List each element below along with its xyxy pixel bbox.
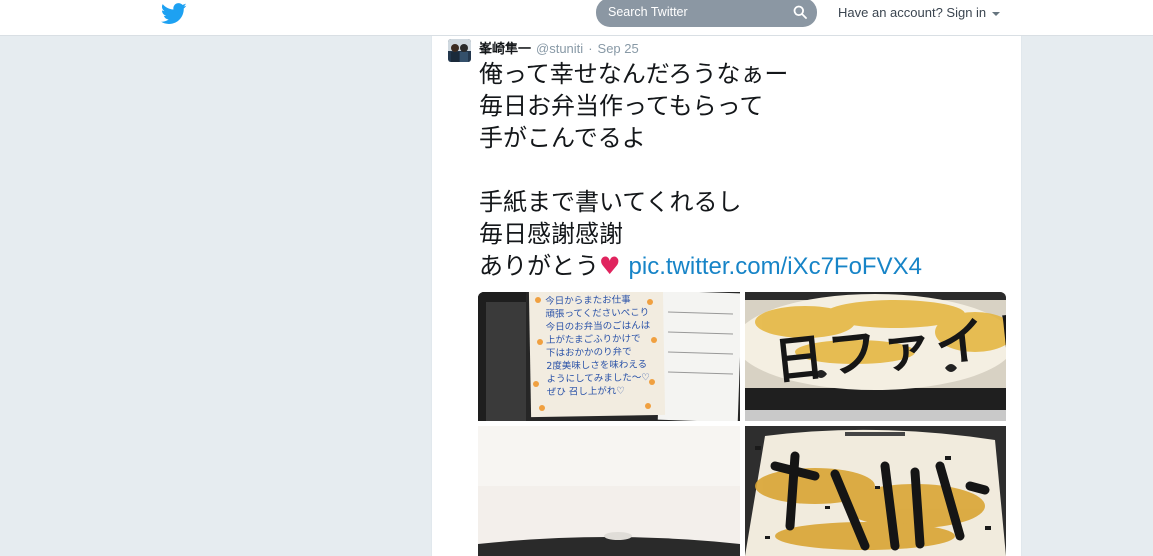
photo-bento-top[interactable]: 日ファイト — [745, 292, 1006, 421]
tray-photo-image — [478, 426, 740, 556]
avatar-image — [448, 39, 471, 62]
author-name[interactable]: 峯崎隼一 — [479, 41, 531, 56]
tweet-date[interactable]: Sep 25 — [598, 41, 639, 56]
signin-button[interactable]: Have an account? Sign in — [838, 5, 1001, 20]
tweet-line: 手紙まで書いてくれるし — [479, 188, 742, 216]
chevron-down-icon — [992, 11, 1001, 16]
note-line: ぜひ 召し上がれ♡ — [546, 385, 625, 399]
signin-label: Have an account? Sign in — [838, 5, 987, 20]
photo-tray[interactable] — [478, 426, 740, 556]
tweet-line: 毎日感謝感謝 — [479, 220, 623, 248]
top-navigation-bar: Search Twitter Have an account? Sign in — [0, 0, 1153, 36]
tweet-line — [479, 154, 1019, 186]
tweet-text: 俺って幸せなんだろうなぁー 毎日お弁当作ってもらって 手がこんでるよ 手紙まで書… — [479, 58, 1019, 282]
avatar[interactable] — [448, 39, 471, 62]
tweet-line: ありがとう — [479, 252, 599, 280]
tweet-line: 俺って幸せなんだろうなぁー — [479, 60, 789, 88]
tweet-card: 峯崎隼一 @stuniti · Sep 25 俺って幸せなんだろうなぁー 毎日お弁当作… — [431, 36, 1022, 556]
photo-note[interactable]: 今日からまたお仕事 頑張ってくださいぺこり 今日のお弁当のごはんは 上がたまごふ… — [478, 292, 740, 421]
tweet-header: 峯崎隼一 @stuniti · Sep 25 — [479, 38, 639, 57]
search-input[interactable]: Search Twitter — [596, 0, 817, 27]
note-text: 今日からまたお仕事 頑張ってくださいぺこり 今日のお弁当のごはんは 上がたまごふ… — [545, 293, 663, 399]
closeup-photo-image — [745, 426, 1006, 556]
note-line: 今日のお弁当のごはんは — [545, 320, 651, 334]
photo-bento-closeup[interactable] — [745, 426, 1006, 556]
separator-dot: · — [588, 41, 593, 56]
note-line: ようにしてみました～♡ — [546, 372, 650, 386]
twitter-bird-icon[interactable] — [161, 3, 187, 25]
search-icon[interactable] — [793, 5, 807, 19]
tweet-last-line: ありがとう♥ pic.twitter.com/iXc7FoFVX4 — [479, 250, 1019, 282]
tweet-line: 毎日お弁当作ってもらって — [479, 92, 764, 120]
heart-icon: ♥ — [599, 252, 621, 280]
author-handle[interactable]: @stuniti — [536, 41, 583, 56]
tweet-line: 手がこんでるよ — [479, 124, 646, 152]
pic-link[interactable]: pic.twitter.com/iXc7FoFVX4 — [629, 253, 922, 280]
search-placeholder: Search Twitter — [608, 5, 688, 19]
